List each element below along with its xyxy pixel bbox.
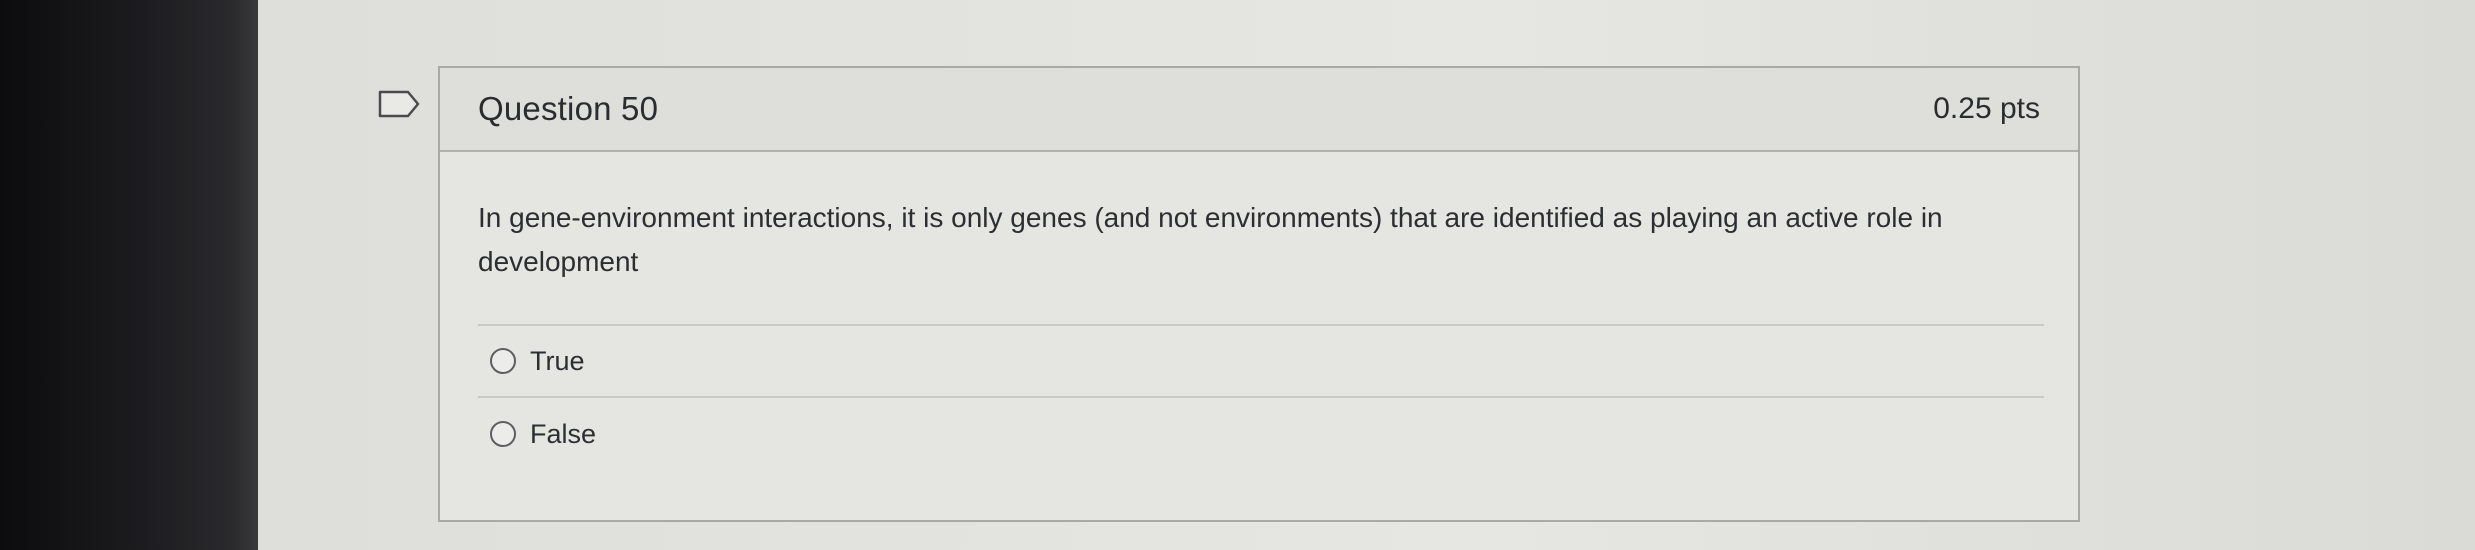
question-text: In gene-environment interactions, it is … <box>478 202 1943 277</box>
answer-label: False <box>530 418 597 449</box>
question-card: Question 50 0.25 pts In gene-environment… <box>438 66 2080 522</box>
answer-label: True <box>530 345 585 376</box>
answer-option-false[interactable]: False <box>478 398 2044 470</box>
screen-bezel <box>0 0 258 550</box>
question-title: Question 50 <box>478 90 659 127</box>
radio-button[interactable] <box>490 348 516 374</box>
flag-question-icon[interactable] <box>378 90 420 118</box>
question-header: Question 50 0.25 pts <box>440 68 2078 152</box>
question-body: In gene-environment interactions, it is … <box>440 196 2078 470</box>
radio-button[interactable] <box>490 421 516 447</box>
answer-option-true[interactable]: True <box>478 326 2044 398</box>
answer-list: True False <box>478 326 2044 470</box>
question-points: 0.25 pts <box>1933 92 2040 125</box>
